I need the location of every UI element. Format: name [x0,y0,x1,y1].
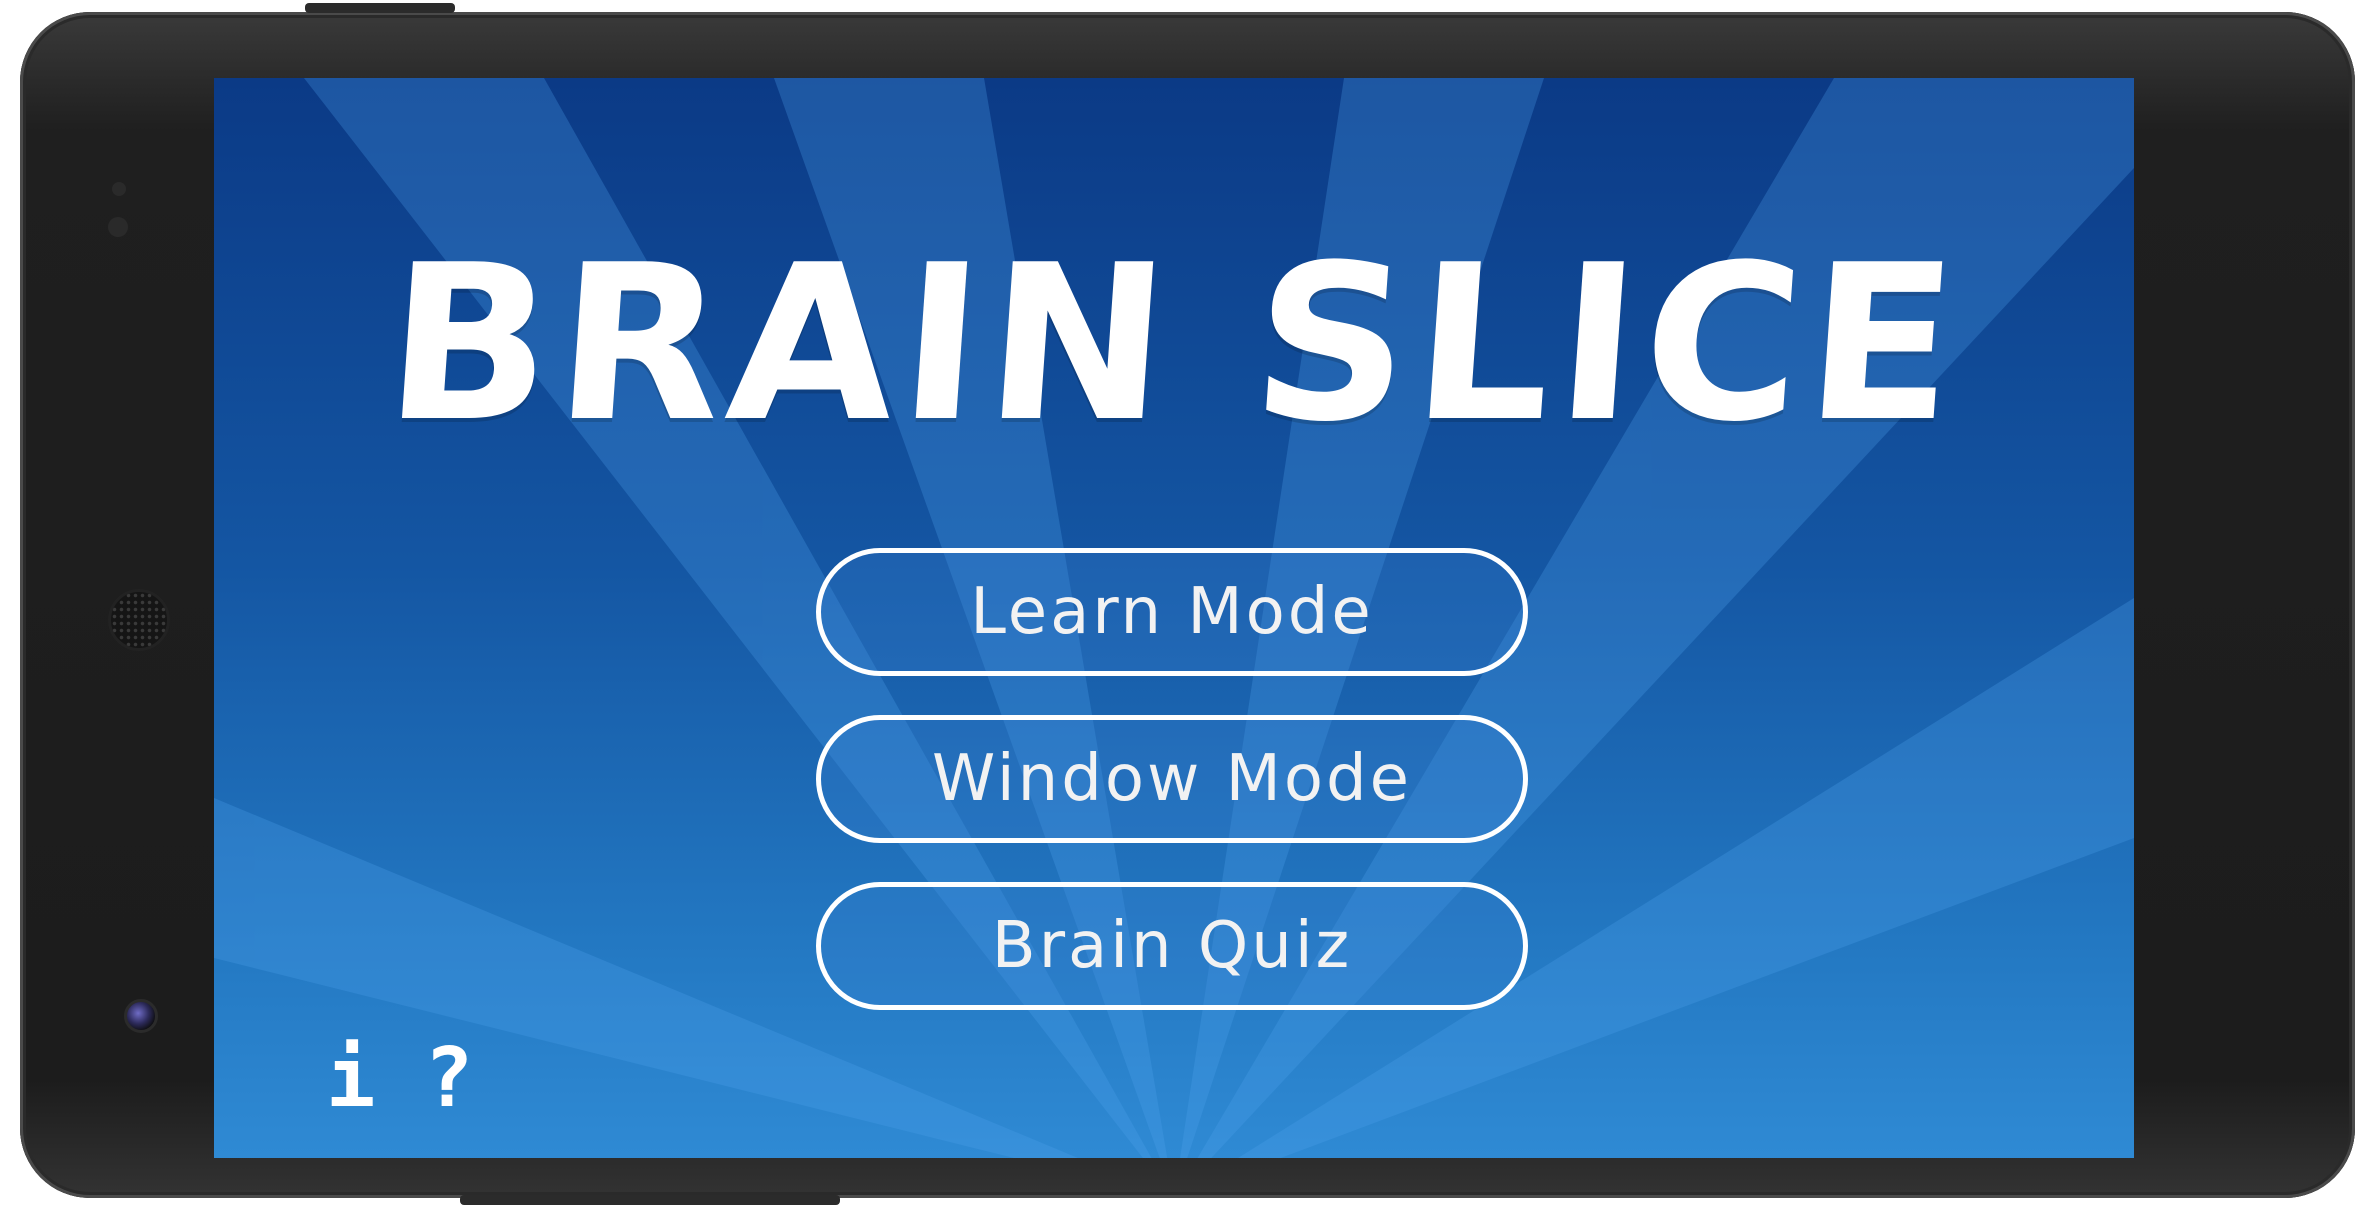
front-camera [124,999,158,1033]
speaker-grille [108,589,170,651]
app-title: BRAIN SLICE [378,218,1970,469]
device-frame: BRAIN SLICE Learn Mode Window Mode Brain… [20,3,2355,1205]
proximity-sensor [112,182,126,196]
app-screen: BRAIN SLICE Learn Mode Window Mode Brain… [214,78,2134,1158]
help-icon[interactable]: ? [424,1038,473,1120]
volume-button [460,1195,840,1205]
info-icon[interactable]: i [326,1038,375,1120]
power-button [305,3,455,13]
window-mode-button[interactable]: Window Mode [816,715,1528,843]
learn-mode-button[interactable]: Learn Mode [816,548,1528,676]
light-sensor [108,217,128,237]
brain-quiz-button[interactable]: Brain Quiz [816,882,1528,1010]
